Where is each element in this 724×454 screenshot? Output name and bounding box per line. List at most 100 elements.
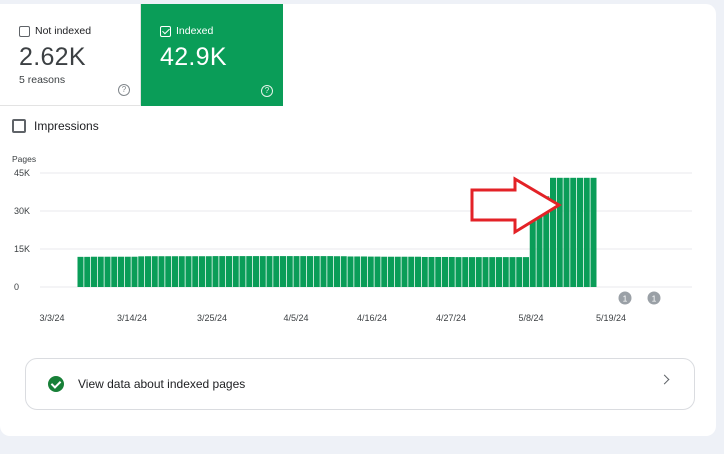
x-tick-label: 5/8/24 [518,313,543,323]
y-tick-label: 0 [14,282,19,292]
chart-bar[interactable] [253,256,259,287]
chart-bar[interactable] [374,256,381,287]
chart-bar[interactable] [219,256,226,287]
chart-bar[interactable] [131,256,138,287]
chart-bar[interactable] [212,256,219,287]
chart-bar[interactable] [239,256,246,287]
chart-bar[interactable] [145,256,151,287]
x-tick-label: 4/5/24 [283,313,308,323]
chart-bar[interactable] [448,256,455,287]
checkbox-unchecked-icon[interactable] [19,25,30,37]
chart-bar[interactable] [104,256,111,287]
indexed-tile[interactable]: Indexed 42.9K ? [141,4,283,106]
chart-bar[interactable] [158,256,165,287]
chart-bar[interactable] [327,256,334,287]
chart-bar[interactable] [590,177,597,287]
chart-bar[interactable] [246,256,253,287]
chart-bar[interactable] [381,256,388,287]
chart-bar[interactable] [205,256,212,287]
chart-bar[interactable] [226,256,232,287]
impressions-toggle[interactable]: Impressions [12,119,99,133]
chart-bar[interactable] [320,256,327,287]
chart-bar[interactable] [300,256,307,287]
view-indexed-pages-button[interactable]: View data about indexed pages [25,358,695,410]
not-indexed-count: 2.62K [19,43,86,71]
chart-bar[interactable] [415,256,421,287]
chart-bar[interactable] [496,257,502,287]
chart-bar[interactable] [178,256,185,287]
impressions-checkbox-icon[interactable] [12,119,26,133]
y-tick-label: 15K [14,244,30,254]
x-tick-label: 3/14/24 [117,313,147,323]
chart-bar[interactable] [550,177,556,287]
chart-bar[interactable] [151,256,158,287]
help-icon[interactable]: ? [261,85,273,97]
chart-bar[interactable] [563,177,570,287]
chart-bar[interactable] [118,256,124,287]
indexed-label: Indexed [176,25,214,37]
chart-bar[interactable] [293,256,300,287]
chart-bar[interactable] [172,256,178,287]
chart-bar[interactable] [462,257,469,287]
chart-bar[interactable] [313,256,320,287]
chart-bar[interactable] [516,257,523,287]
chart-bar[interactable] [77,256,84,287]
chart-bar[interactable] [199,256,205,287]
chart-bar[interactable] [307,256,313,287]
chart-bar[interactable] [408,256,415,287]
chart-bar[interactable] [401,256,408,287]
chart-bar[interactable] [138,256,145,287]
chart-bar[interactable] [421,256,428,287]
x-tick-label: 4/16/24 [357,313,387,323]
chart-bar[interactable] [232,256,239,287]
chart-bar[interactable] [347,256,354,287]
chart-bar[interactable] [259,256,266,287]
x-tick-label: 3/3/24 [39,313,64,323]
chart-bar[interactable] [185,256,192,287]
not-indexed-tile[interactable]: Not indexed 2.62K 5 reasons ? [0,4,141,106]
chart-bar[interactable] [124,256,131,287]
chart-bar[interactable] [91,256,97,287]
chart-bar[interactable] [489,257,496,287]
chart-bar[interactable] [570,177,577,287]
chart-bar[interactable] [523,257,529,287]
chart-bar[interactable] [361,256,367,287]
not-indexed-label: Not indexed [35,25,92,37]
chart-bar[interactable] [165,256,172,287]
chart-bar[interactable] [577,177,583,287]
chart-bar[interactable] [286,256,293,287]
chart-bar[interactable] [394,256,401,287]
view-indexed-pages-label: View data about indexed pages [78,377,246,391]
chart-bar[interactable] [509,257,516,287]
chart-bar[interactable] [97,256,104,287]
chart-bar[interactable] [502,257,509,287]
chart-bar[interactable] [280,256,286,287]
chart-bar[interactable] [428,256,435,287]
chart-bar[interactable] [556,177,563,287]
chart-bar[interactable] [455,257,462,287]
chart-bar[interactable] [442,256,448,287]
check-circle-icon [48,376,64,392]
chart-bar[interactable] [583,177,590,287]
indexed-header: Indexed [160,24,263,38]
chart-bar[interactable] [367,256,374,287]
chart-bar[interactable] [340,256,347,287]
chart-bar[interactable] [266,256,273,287]
chart-bar[interactable] [469,257,475,287]
chart-bar[interactable] [475,257,482,287]
chart-bar[interactable] [111,256,118,287]
chart-bar[interactable] [192,256,199,287]
annotation-marker-label: 1 [652,294,657,304]
help-icon[interactable]: ? [118,84,130,96]
x-tick-label: 3/25/24 [197,313,227,323]
indexed-count: 42.9K [160,43,227,71]
chart-bar[interactable] [388,256,394,287]
impressions-label: Impressions [34,119,99,133]
chart-bar[interactable] [435,256,442,287]
chart-bar[interactable] [334,256,340,287]
chart-bar[interactable] [354,256,361,287]
chart-bar[interactable] [273,256,280,287]
chart-bar[interactable] [482,257,489,287]
chart-bar[interactable] [84,256,91,287]
checkbox-checked-icon[interactable] [160,25,171,37]
